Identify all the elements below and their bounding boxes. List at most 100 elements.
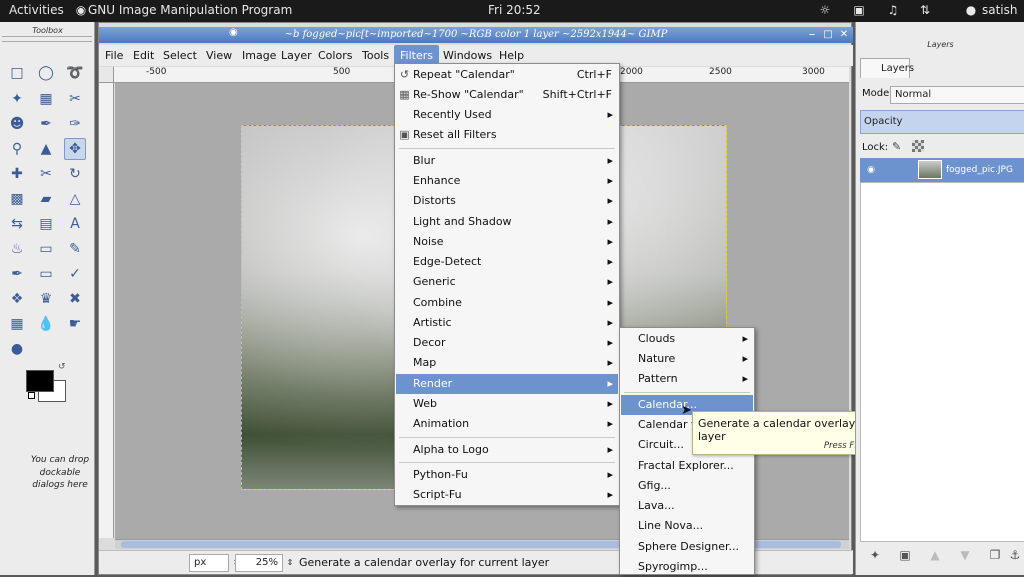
blend-tool-icon[interactable]: ▭ xyxy=(35,238,57,260)
text-tool-icon[interactable]: A xyxy=(64,213,86,235)
lock-pixels-icon[interactable]: ✎ xyxy=(892,140,901,153)
menu-item-map[interactable]: Map ▸ xyxy=(396,353,618,373)
cage-transform-tool-icon[interactable]: ▤ xyxy=(35,213,57,235)
user-icon[interactable]: ● xyxy=(964,3,978,17)
menu-item-blur[interactable]: Blur ▸ xyxy=(396,151,618,171)
close-icon[interactable]: ✕ xyxy=(837,28,851,42)
scissors-tool-icon[interactable]: ✂ xyxy=(64,88,86,110)
menu-select[interactable]: Select xyxy=(157,45,203,66)
layer-name[interactable]: fogged_pic.JPG xyxy=(946,158,1013,182)
rect-select-tool-icon[interactable]: □ xyxy=(6,62,28,84)
blur-tool-icon[interactable]: 💧 xyxy=(35,313,57,335)
menu-item-combine[interactable]: Combine ▸ xyxy=(396,293,618,313)
network-icon[interactable]: ⇅ xyxy=(918,3,932,17)
toolbox-grip[interactable] xyxy=(2,36,92,42)
zoom-tool-icon[interactable]: ⚲ xyxy=(6,138,28,160)
vertical-ruler[interactable] xyxy=(99,83,114,538)
paths-tool-icon[interactable]: ✒ xyxy=(35,113,57,135)
menu-item-render[interactable]: Render ▸ xyxy=(396,374,618,394)
menu-item-artistic[interactable]: Artistic ▸ xyxy=(396,313,618,333)
paintbrush-tool-icon[interactable]: ✒ xyxy=(6,263,28,285)
menu-colors[interactable]: Colors xyxy=(312,45,358,66)
shear-tool-icon[interactable]: ▰ xyxy=(35,188,57,210)
lower-layer-icon[interactable]: ▼ xyxy=(956,546,974,564)
smudge-tool-icon[interactable]: ☛ xyxy=(64,313,86,335)
menu-item-generic[interactable]: Generic ▸ xyxy=(396,272,618,292)
color-select-tool-icon[interactable]: ▦ xyxy=(35,88,57,110)
menu-item-line-nova[interactable]: Line Nova... xyxy=(621,516,753,536)
menu-item-clouds[interactable]: Clouds ▸ xyxy=(621,329,753,349)
move-tool-icon[interactable]: ✥ xyxy=(64,138,86,160)
mode-select[interactable]: Normal xyxy=(890,86,1024,104)
heal-tool-icon[interactable]: ✖ xyxy=(64,288,86,310)
fuzzy-select-tool-icon[interactable]: ✦ xyxy=(6,88,28,110)
layer-list[interactable] xyxy=(860,182,1024,542)
menu-tools[interactable]: Tools xyxy=(356,45,395,66)
opacity-slider[interactable]: Opacity xyxy=(860,110,1024,134)
menu-item-nature[interactable]: Nature ▸ xyxy=(621,349,753,369)
menu-edit[interactable]: Edit xyxy=(127,45,160,66)
eraser-tool-icon[interactable]: ▭ xyxy=(35,263,57,285)
image-window-title[interactable]: ~b fogged~pic[t~imported~1700 ~RGB color… xyxy=(99,27,853,43)
menu-item-gfig[interactable]: Gfig... xyxy=(621,476,753,496)
menu-item-python-fu[interactable]: Python-Fu ▸ xyxy=(396,465,618,485)
airbrush-tool-icon[interactable]: ✓ xyxy=(64,263,86,285)
dodge-burn-tool-icon[interactable]: ● xyxy=(6,338,28,360)
anchor-layer-icon[interactable]: ⚓ xyxy=(1006,546,1024,564)
menu-item-decor[interactable]: Decor ▸ xyxy=(396,333,618,353)
scale-tool-icon[interactable]: ▩ xyxy=(6,188,28,210)
pencil-tool-icon[interactable]: ✎ xyxy=(64,238,86,260)
align-tool-icon[interactable]: ✚ xyxy=(6,163,28,185)
new-layer-group-icon[interactable]: ▣ xyxy=(896,546,914,564)
minimize-icon[interactable]: ⎯ xyxy=(805,28,819,42)
free-select-tool-icon[interactable]: ➰ xyxy=(64,62,86,84)
zoom-chevron-icon[interactable]: ⇕ xyxy=(284,554,296,572)
user-menu[interactable]: satish xyxy=(982,3,1018,17)
quick-mask-corner[interactable] xyxy=(99,67,114,83)
menu-item-sphere-designer[interactable]: Sphere Designer... xyxy=(621,537,753,557)
menu-item-spyrogimp[interactable]: Spyrogimp... xyxy=(621,557,753,577)
display-icon[interactable]: ▣ xyxy=(852,3,866,17)
menu-item-alpha-to-logo[interactable]: Alpha to Logo ▸ xyxy=(396,440,618,460)
perspective-clone-tool-icon[interactable]: ▦ xyxy=(6,313,28,335)
default-colors-icon[interactable] xyxy=(28,392,35,399)
menu-item-fractal-explorer[interactable]: Fractal Explorer... xyxy=(621,456,753,476)
foreground-color-swatch[interactable] xyxy=(26,370,54,392)
bucket-fill-tool-icon[interactable]: ♨ xyxy=(6,238,28,260)
menu-item-distorts[interactable]: Distorts ▸ xyxy=(396,191,618,211)
menu-item-repeat-calendar[interactable]: ↺ Repeat "Calendar" Ctrl+F xyxy=(396,65,618,85)
menu-view[interactable]: View xyxy=(200,45,238,66)
menu-item-reshow-calendar[interactable]: ▦ Re-Show "Calendar" Shift+Ctrl+F xyxy=(396,85,618,105)
raise-layer-icon[interactable]: ▲ xyxy=(926,546,944,564)
visibility-eye-icon[interactable]: ◉ xyxy=(864,158,878,182)
zoom-select[interactable]: 25% xyxy=(235,554,283,572)
activities-button[interactable]: Activities xyxy=(9,3,64,17)
crop-tool-icon[interactable]: ✂ xyxy=(35,163,57,185)
layer-row[interactable]: ◉ fogged_pic.JPG xyxy=(860,158,1024,182)
menu-file[interactable]: File xyxy=(99,45,129,66)
menu-item-edge-detect[interactable]: Edge-Detect ▸ xyxy=(396,252,618,272)
app-menu-title[interactable]: GNU Image Manipulation Program xyxy=(88,3,292,17)
volume-icon[interactable]: ♫ xyxy=(886,3,900,17)
menu-item-noise[interactable]: Noise ▸ xyxy=(396,232,618,252)
menu-item-lava[interactable]: Lava... xyxy=(621,496,753,516)
menu-item-light-and-shadow[interactable]: Light and Shadow ▸ xyxy=(396,212,618,232)
lock-alpha-icon[interactable] xyxy=(912,140,924,152)
clone-tool-icon[interactable]: ♛ xyxy=(35,288,57,310)
menu-item-script-fu[interactable]: Script-Fu ▸ xyxy=(396,485,618,505)
ellipse-select-tool-icon[interactable]: ◯ xyxy=(35,62,57,84)
menu-item-reset-filters[interactable]: ▣ Reset all Filters xyxy=(396,125,618,145)
menu-item-animation[interactable]: Animation ▸ xyxy=(396,414,618,434)
accessibility-icon[interactable]: ☼ xyxy=(818,3,832,17)
swap-colors-icon[interactable]: ↺ xyxy=(58,362,66,372)
measure-tool-icon[interactable]: ▲ xyxy=(35,138,57,160)
tab-layers[interactable]: Layers xyxy=(860,58,914,78)
foreground-select-tool-icon[interactable]: ☻ xyxy=(6,113,28,135)
rotate-tool-icon[interactable]: ↻ xyxy=(64,163,86,185)
menu-item-pattern[interactable]: Pattern ▸ xyxy=(621,369,753,389)
flip-tool-icon[interactable]: ⇆ xyxy=(6,213,28,235)
ink-tool-icon[interactable]: ❖ xyxy=(6,288,28,310)
window-menu-icon[interactable]: ◉ xyxy=(229,27,238,38)
color-picker-tool-icon[interactable]: ✑ xyxy=(64,113,86,135)
maximize-icon[interactable]: □ xyxy=(821,28,835,42)
